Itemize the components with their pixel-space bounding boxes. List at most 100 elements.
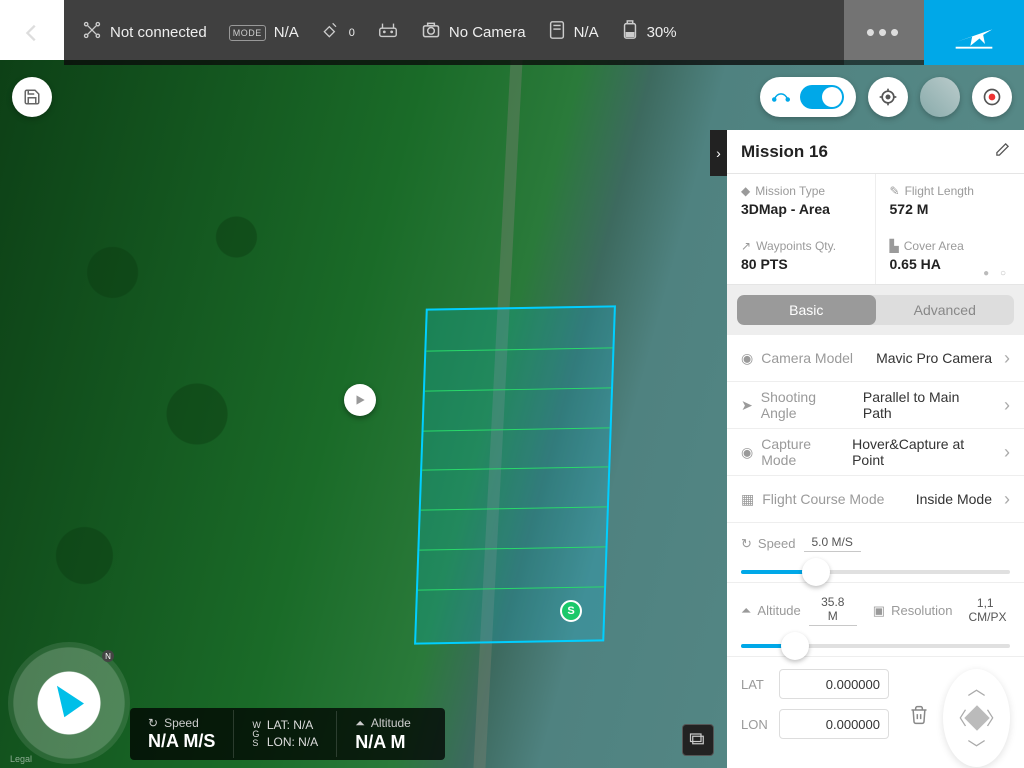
settings-segment-control: Basic Advanced [727, 285, 1024, 335]
trash-icon [909, 704, 929, 726]
drone-icon [82, 20, 102, 45]
dpad-up[interactable]: ︿ [968, 675, 986, 701]
lat-field: LAT 0.000000 [741, 669, 889, 699]
chevron-right-icon: › [1004, 442, 1010, 463]
map-road [473, 60, 522, 768]
legal-link[interactable]: Legal [10, 754, 32, 764]
locate-button[interactable] [868, 77, 908, 117]
chevron-right-icon: › [1004, 348, 1010, 369]
hud-speed: ↻Speed N/A M/S [130, 710, 234, 758]
more-menu-button[interactable]: ••• [844, 0, 924, 65]
collapse-panel-button[interactable]: › [710, 130, 727, 176]
camera-icon: ◉ [741, 350, 753, 367]
gps-status[interactable]: 0 [321, 20, 355, 45]
edit-mission-button[interactable] [995, 142, 1010, 161]
hud-coords: W G S LAT: N/A LON: N/A [234, 711, 337, 757]
setting-speed: ↻Speed 5.0 M/S [727, 523, 1024, 583]
coordinate-controls: LAT 0.000000 LON 0.000000 ︿ ﹀ 〈 〉 [727, 657, 1024, 768]
delete-waypoint-button[interactable] [909, 704, 929, 732]
save-mission-button[interactable] [12, 77, 52, 117]
battery-status[interactable]: 30% [621, 20, 677, 45]
resolution-icon: ▣ [873, 603, 885, 619]
speed-icon: ↻ [741, 536, 752, 552]
compass-north-label: N [102, 650, 114, 662]
speed-slider[interactable] [741, 570, 1010, 574]
ruler-icon: ✎ [890, 184, 900, 198]
rc-icon [377, 21, 399, 44]
page-indicator[interactable]: ● ○ [983, 268, 1010, 279]
lon-input[interactable]: 0.000000 [779, 709, 889, 739]
tab-advanced[interactable]: Advanced [876, 295, 1015, 325]
start-flight-button[interactable] [924, 0, 1024, 65]
angle-icon: ➤ [741, 397, 753, 414]
lon-field: LON 0.000000 [741, 709, 889, 739]
storage-icon [548, 20, 566, 45]
compass-needle [47, 679, 84, 717]
altitude-value[interactable]: 35.8 M [809, 595, 857, 626]
capture-icon: ◉ [741, 444, 753, 461]
map-mode-toggle[interactable] [760, 77, 856, 117]
flight-mode-status[interactable]: MODE N/A [229, 24, 299, 41]
setting-camera-model[interactable]: ◉Camera Model Mavic Pro Camera › [727, 335, 1024, 382]
setting-altitude: ⏶Altitude 35.8 M ▣Resolution 1,1 CM/PX [727, 583, 1024, 657]
map-controls [760, 77, 1012, 117]
mission-title: Mission 16 [741, 142, 828, 162]
home-point-marker[interactable] [344, 384, 376, 416]
route-icon [772, 87, 790, 108]
toggle-switch[interactable] [800, 85, 844, 109]
layers-icon [689, 732, 707, 748]
setting-capture-mode[interactable]: ◉Capture Mode Hover&Capture at Point › [727, 429, 1024, 476]
chevron-right-icon: › [1004, 395, 1010, 416]
rc-signal-status[interactable] [377, 21, 399, 44]
stat-flight-length: ✎Flight Length 572 M [876, 174, 1024, 229]
connection-status[interactable]: Not connected [82, 20, 207, 45]
tag-icon: ◆ [741, 184, 750, 198]
stat-waypoints: ↗Waypoints Qty. 80 PTS [727, 229, 876, 284]
waypoint-icon: ↗ [741, 239, 751, 253]
battery-icon [621, 20, 639, 45]
mission-stats[interactable]: ◆Mission Type 3DMap - Area ✎Flight Lengt… [727, 174, 1024, 285]
mission-header: Mission 16 [727, 130, 1024, 174]
camera-icon [421, 20, 441, 45]
top-toolbar: Not connected MODE N/A 0 No Camera [0, 0, 1024, 65]
record-icon [982, 87, 1002, 107]
chevron-right-icon: › [1004, 489, 1010, 510]
altitude-icon: ⏶ [355, 716, 365, 731]
satellite-count: 0 [349, 27, 355, 39]
lat-input[interactable]: 0.000000 [779, 669, 889, 699]
minimap-toggle-button[interactable] [682, 724, 714, 756]
mode-label: N/A [274, 24, 299, 41]
tab-basic[interactable]: Basic [737, 295, 876, 325]
back-button[interactable] [0, 0, 64, 65]
speed-icon: ↻ [148, 716, 158, 730]
area-icon: ▙ [890, 239, 899, 253]
course-icon: ▦ [741, 491, 754, 508]
speed-value[interactable]: 5.0 M/S [804, 535, 861, 552]
setting-shooting-angle[interactable]: ➤Shooting Angle Parallel to Main Path › [727, 382, 1024, 429]
nudge-dpad: ︿ ﹀ 〈 〉 [943, 669, 1010, 767]
lat-label: LAT [741, 677, 771, 692]
mission-area-polygon[interactable] [414, 305, 616, 644]
dpad-down[interactable]: ﹀ [968, 735, 986, 761]
altitude-slider[interactable] [741, 644, 1010, 648]
stat-mission-type: ◆Mission Type 3DMap - Area [727, 174, 876, 229]
telemetry-hud: ↻Speed N/A M/S W G S LAT: N/A LON: N/A ⏶… [130, 708, 445, 760]
storage-status[interactable]: N/A [548, 20, 599, 45]
lon-label: LON [741, 717, 771, 732]
status-strip: Not connected MODE N/A 0 No Camera [64, 0, 844, 65]
camera-label: No Camera [449, 24, 526, 41]
takeoff-icon [952, 11, 996, 55]
camera-status[interactable]: No Camera [421, 20, 526, 45]
battery-label: 30% [647, 24, 677, 41]
pencil-icon [995, 142, 1010, 157]
compass-widget[interactable]: N [8, 642, 130, 764]
connection-label: Not connected [110, 24, 207, 41]
camera-preview-thumbnail[interactable] [920, 77, 960, 117]
mission-panel: › Mission 16 ◆Mission Type 3DMap - Area … [727, 130, 1024, 768]
record-button[interactable] [972, 77, 1012, 117]
start-waypoint-marker[interactable]: S [560, 600, 582, 622]
satellite-icon [321, 20, 341, 45]
settings-list: ◉Camera Model Mavic Pro Camera › ➤Shooti… [727, 335, 1024, 768]
crosshair-icon [878, 87, 898, 107]
setting-course-mode[interactable]: ▦Flight Course Mode Inside Mode › [727, 476, 1024, 523]
